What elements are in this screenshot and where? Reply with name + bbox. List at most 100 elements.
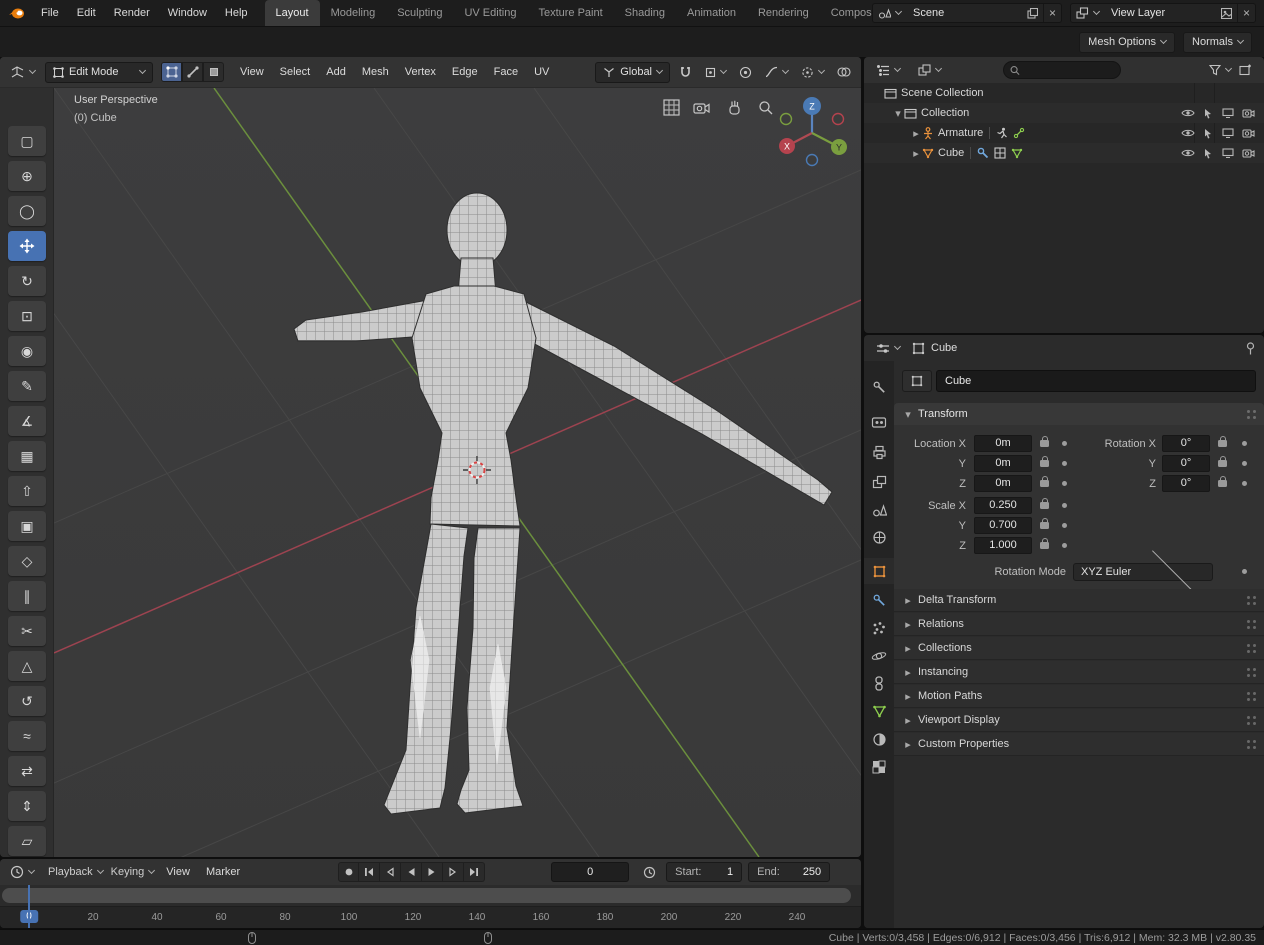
zoom-view-button[interactable] xyxy=(759,101,773,115)
jump-to-start-button[interactable] xyxy=(359,862,381,882)
vertex-select-mode-button[interactable] xyxy=(161,62,182,82)
rotation-y-field[interactable]: 0° xyxy=(1162,455,1210,472)
disable-in-viewports-toggle[interactable] xyxy=(1220,128,1236,138)
object-id-dropdown[interactable] xyxy=(902,370,932,392)
tab-texture[interactable] xyxy=(864,754,894,780)
lock-scale-x-icon[interactable] xyxy=(1040,498,1049,509)
outliner-filter-dropdown[interactable] xyxy=(1205,59,1235,81)
editor-type-button[interactable] xyxy=(6,61,39,83)
jump-to-end-button[interactable] xyxy=(464,862,486,882)
location-y-field[interactable]: 0m xyxy=(974,455,1032,472)
panel-drag-handle-icon[interactable] xyxy=(1247,739,1256,749)
lock-rotation-z-icon[interactable] xyxy=(1218,476,1227,487)
edge-select-mode-button[interactable] xyxy=(182,62,203,82)
preview-range-toggle[interactable] xyxy=(639,861,660,883)
hide-in-viewport-toggle[interactable] xyxy=(1180,148,1196,158)
section-custom-properties[interactable]: ▸ Custom Properties xyxy=(894,733,1264,756)
normals-dropdown[interactable]: Normals xyxy=(1183,31,1252,53)
new-scene-icon[interactable] xyxy=(1022,4,1043,22)
transform-orientation-dropdown[interactable]: Global xyxy=(595,61,670,83)
section-collections[interactable]: ▸ Collections xyxy=(894,637,1264,660)
panel-drag-handle-icon[interactable] xyxy=(1247,715,1256,725)
pose-icon[interactable] xyxy=(996,127,1008,139)
panel-drag-handle-icon[interactable] xyxy=(1247,691,1256,701)
section-delta-transform[interactable]: ▸ Delta Transform xyxy=(894,589,1264,612)
menu-vertex[interactable]: Vertex xyxy=(397,66,444,78)
tab-modeling[interactable]: Modeling xyxy=(320,0,387,26)
animate-rotation-y-dot[interactable] xyxy=(1242,461,1247,466)
outliner-row-collection[interactable]: ▾ Collection xyxy=(864,103,1264,123)
tab-animation[interactable]: Animation xyxy=(676,0,747,26)
timeline-editor-type-button[interactable] xyxy=(6,861,38,883)
animate-scale-z-dot[interactable] xyxy=(1062,543,1067,548)
uv-data-icon[interactable] xyxy=(994,147,1006,159)
view-layer-icon[interactable] xyxy=(1071,4,1104,22)
tab-texture-paint[interactable]: Texture Paint xyxy=(527,0,613,26)
tool-cursor[interactable]: ⊕ xyxy=(8,161,46,191)
navigation-gizmo[interactable]: Z X Y xyxy=(779,97,847,167)
lock-location-z-icon[interactable] xyxy=(1040,476,1049,487)
tool-poly-build[interactable]: △ xyxy=(8,651,46,681)
menu-face[interactable]: Face xyxy=(486,66,526,78)
menu-help[interactable]: Help xyxy=(216,0,257,26)
animate-location-x-dot[interactable] xyxy=(1062,441,1067,446)
tab-shading[interactable]: Shading xyxy=(614,0,676,26)
tool-select-box[interactable]: ▢ xyxy=(8,126,46,156)
ortho-toggle-button[interactable] xyxy=(663,99,680,116)
disclosure-triangle-icon[interactable]: ▸ xyxy=(910,147,922,160)
tab-material[interactable] xyxy=(864,726,894,752)
tab-rendering[interactable]: Rendering xyxy=(747,0,820,26)
menu-select[interactable]: Select xyxy=(272,66,319,78)
remove-view-layer-button[interactable]: × xyxy=(1236,4,1255,22)
previous-keyframe-button[interactable] xyxy=(380,862,402,882)
tab-object-data[interactable] xyxy=(864,698,894,724)
lock-scale-z-icon[interactable] xyxy=(1040,538,1049,549)
play-reverse-button[interactable] xyxy=(401,862,423,882)
disable-in-renders-toggle[interactable] xyxy=(1240,128,1256,138)
record-button[interactable] xyxy=(338,862,360,882)
tab-constraints[interactable] xyxy=(864,670,894,696)
menu-edge[interactable]: Edge xyxy=(444,66,486,78)
tab-modifiers[interactable] xyxy=(864,587,894,613)
panel-drag-handle-icon[interactable] xyxy=(1247,667,1256,677)
selectable-toggle[interactable] xyxy=(1200,128,1216,139)
tool-measure[interactable]: ∡ xyxy=(8,406,46,436)
menu-mesh[interactable]: Mesh xyxy=(354,66,397,78)
lock-rotation-y-icon[interactable] xyxy=(1218,456,1227,467)
menu-view[interactable]: View xyxy=(232,66,272,78)
camera-view-button[interactable] xyxy=(693,103,710,114)
rotation-mode-dropdown[interactable]: XYZ Euler xyxy=(1073,547,1213,594)
lock-location-y-icon[interactable] xyxy=(1040,456,1049,467)
lock-location-x-icon[interactable] xyxy=(1040,436,1049,447)
selectable-toggle[interactable] xyxy=(1200,148,1216,159)
tool-extrude-region[interactable]: ⇧ xyxy=(8,476,46,506)
unlink-scene-button[interactable]: × xyxy=(1042,4,1061,22)
playhead-line[interactable] xyxy=(28,885,30,928)
disable-in-viewports-toggle[interactable] xyxy=(1220,108,1236,118)
animate-scale-y-dot[interactable] xyxy=(1062,523,1067,528)
outliner-row-cube[interactable]: ▸ Cube xyxy=(864,143,1264,163)
object-name-input[interactable] xyxy=(936,370,1256,392)
tab-layout[interactable]: Layout xyxy=(264,0,320,26)
tab-object[interactable] xyxy=(864,558,894,584)
hide-in-viewport-toggle[interactable] xyxy=(1180,128,1196,138)
tab-tool[interactable] xyxy=(864,374,894,400)
scale-y-field[interactable]: 0.700 xyxy=(974,517,1032,534)
disable-in-renders-toggle[interactable] xyxy=(1240,108,1256,118)
animate-scale-x-dot[interactable] xyxy=(1062,503,1067,508)
frame-start-field[interactable]: Start: 1 xyxy=(666,862,743,882)
rotation-z-field[interactable]: 0° xyxy=(1162,475,1210,492)
disable-in-renders-toggle[interactable] xyxy=(1240,148,1256,158)
animate-location-z-dot[interactable] xyxy=(1062,481,1067,486)
scale-z-field[interactable]: 1.000 xyxy=(974,537,1032,554)
outliner-display-mode-button[interactable] xyxy=(914,59,945,81)
new-view-layer-icon[interactable] xyxy=(1216,4,1237,22)
transform-panel-header[interactable]: ▾ Transform xyxy=(894,403,1264,425)
menu-file[interactable]: File xyxy=(32,0,68,26)
section-viewport-display[interactable]: ▸ Viewport Display xyxy=(894,709,1264,732)
tab-physics[interactable] xyxy=(864,643,894,669)
mesh-figure[interactable] xyxy=(293,192,833,815)
selectable-toggle[interactable] xyxy=(1200,108,1216,119)
tool-shear[interactable]: ▱ xyxy=(8,826,46,856)
lock-scale-y-icon[interactable] xyxy=(1040,518,1049,529)
